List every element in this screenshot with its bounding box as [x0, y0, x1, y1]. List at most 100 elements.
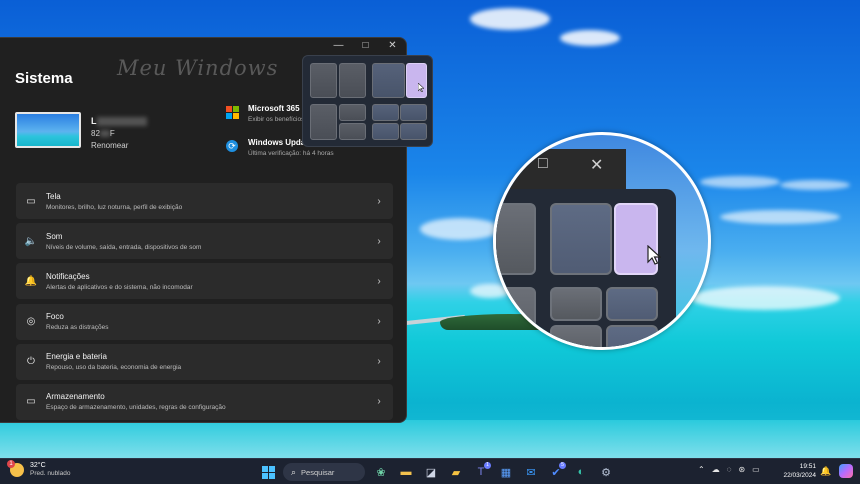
window-controls: — □ ✕ [325, 38, 406, 54]
microsoft-365-icon [226, 106, 239, 119]
rename-link[interactable]: Renomear [91, 141, 128, 150]
promo-microsoft-365[interactable]: Microsoft 365 Exibir os benefícios [226, 104, 304, 123]
promo-subtitle: Exibir os benefícios [248, 116, 305, 123]
magnified-snap-zone [496, 203, 536, 275]
start-button[interactable] [258, 462, 278, 482]
snap-zone[interactable] [372, 104, 399, 121]
maximize-icon: □ [538, 155, 548, 172]
minimize-button[interactable]: — [325, 38, 352, 54]
folder-icon[interactable]: ▰ [446, 462, 466, 482]
notification-badge: 1 [484, 462, 491, 469]
item-subtitle: Reduza as distrações [46, 324, 109, 332]
store-icon[interactable]: ▦ [496, 462, 516, 482]
promo-subtitle: Última verificação: há 4 horas [248, 150, 334, 157]
clock[interactable]: 19:51 22/03/2024 [780, 462, 816, 480]
settings-item-foco[interactable]: ◎ Foco Reduza as distrações › [16, 303, 393, 340]
copilot-icon[interactable] [839, 464, 854, 478]
cursor-icon [647, 245, 661, 265]
cloud [780, 180, 850, 190]
snap-zone[interactable] [339, 63, 366, 98]
task-view-icon[interactable]: ◪ [421, 462, 441, 482]
tray-end: 🔔 [820, 464, 854, 478]
onedrive-icon[interactable]: ☁ [712, 465, 720, 474]
settings-item-notificacoes[interactable]: 🔔 Notificações Alertas de aplicativos e d… [16, 263, 393, 300]
watermark: Meu Windows [117, 56, 279, 80]
edge-icon[interactable]: ◐ [571, 462, 591, 482]
magnified-snap-zone [550, 203, 612, 275]
settings-item-som[interactable]: 🔈 Som Níveis de volume, saída, entrada, d… [16, 223, 393, 260]
magnified-snap-zone [606, 287, 658, 321]
speaker-icon: 🔈 [24, 235, 38, 247]
snap-layouts-flyout [302, 55, 433, 147]
snap-zone[interactable] [372, 123, 399, 140]
snap-zone[interactable] [339, 123, 366, 140]
snap-zone[interactable] [400, 104, 427, 121]
cloud [700, 176, 780, 188]
snap-zone[interactable] [310, 104, 337, 140]
device-name: L [91, 116, 147, 127]
snap-zone[interactable] [372, 63, 405, 98]
snap-zone-highlighted[interactable] [406, 63, 427, 98]
taskbar-apps: ⌕ Pesquisar ❀ ▬ ◪ ▰ T 1 ▦ ✉ ✔ 5 ◐ ⚙ [258, 462, 621, 482]
magnified-snap-zone [550, 287, 602, 321]
settings-item-tela[interactable]: ▭ Tela Monitores, brilho, luz noturna, pe… [16, 183, 393, 219]
close-icon: ✕ [590, 157, 604, 174]
taskbar: 1 32°C Pred. nublado ⌕ Pesquisar ❀ ▬ ◪ ▰… [0, 458, 860, 484]
item-subtitle: Espaço de armazenamento, unidades, regra… [46, 404, 226, 412]
item-subtitle: Alertas de aplicativos e do sistema, não… [46, 283, 193, 291]
teams-icon[interactable]: T 1 [471, 462, 491, 482]
snap-zone[interactable] [400, 123, 427, 140]
battery-icon[interactable]: ▭ [752, 465, 760, 474]
snap-zone[interactable] [339, 104, 366, 121]
item-title: Tela [46, 191, 61, 201]
device-thumbnail [15, 112, 81, 148]
clock-time: 19:51 [799, 463, 816, 470]
magnified-titlebar [496, 149, 626, 189]
todo-icon[interactable]: ✔ 5 [546, 462, 566, 482]
chevron-right-icon: › [377, 195, 381, 207]
magnified-snap-zone [550, 325, 602, 347]
settings-item-energia[interactable]: ⏻ Energia e bateria Repouso, uso da bater… [16, 343, 393, 380]
device-model: 82 F [91, 129, 115, 138]
cloud [470, 8, 550, 30]
settings-item-armazenamento[interactable]: ▭ Armazenamento Espaço de armazenamento, … [16, 383, 393, 420]
item-title: Energia e bateria [46, 352, 107, 362]
item-title: Som [46, 231, 63, 241]
mail-icon[interactable]: ✉ [521, 462, 541, 482]
notification-bell-icon[interactable]: 🔔 [820, 466, 831, 477]
item-title: Notificações [46, 271, 90, 281]
widgets-icon[interactable]: ❀ [371, 462, 391, 482]
system-tray: ⌃ ☁ ◌ ⊛ ▭ [698, 465, 767, 474]
magnifier-callout: □ ✕ [493, 132, 711, 350]
magnified-snap-zone [496, 287, 536, 347]
item-title: Armazenamento [46, 392, 105, 402]
magnified-snap-panel [496, 189, 676, 347]
item-title: Foco [46, 312, 64, 322]
chevron-up-icon[interactable]: ⌃ [698, 465, 705, 474]
chevron-right-icon: › [377, 396, 381, 408]
magnified-snap-zone [606, 325, 658, 347]
search-icon: ⌕ [291, 466, 297, 477]
notification-badge: 1 [7, 459, 15, 468]
power-icon: ⏻ [27, 356, 35, 368]
settings-icon[interactable]: ⚙ [596, 462, 616, 482]
close-button[interactable]: ✕ [379, 38, 406, 54]
snap-zone[interactable] [310, 63, 337, 98]
cloud [560, 30, 620, 46]
windows-logo-icon [261, 465, 275, 479]
file-explorer-icon[interactable]: ▬ [396, 462, 416, 482]
redacted-text [99, 130, 110, 138]
notification-badge: 5 [559, 462, 566, 469]
search-box[interactable]: ⌕ Pesquisar [283, 463, 365, 481]
maximize-button[interactable]: □ [352, 38, 379, 54]
cursor-icon [418, 83, 424, 92]
cloud [420, 218, 500, 240]
volume-icon[interactable]: ⊛ [738, 465, 745, 474]
shallow-water [0, 420, 860, 458]
search-label: Pesquisar [301, 467, 335, 477]
wifi-icon[interactable]: ◌ [727, 465, 732, 474]
page-title: Sistema [15, 70, 73, 87]
chevron-right-icon: › [377, 235, 381, 247]
focus-icon: ◎ [26, 316, 36, 328]
weather-widget[interactable]: 1 32°C Pred. nublado [7, 459, 70, 477]
